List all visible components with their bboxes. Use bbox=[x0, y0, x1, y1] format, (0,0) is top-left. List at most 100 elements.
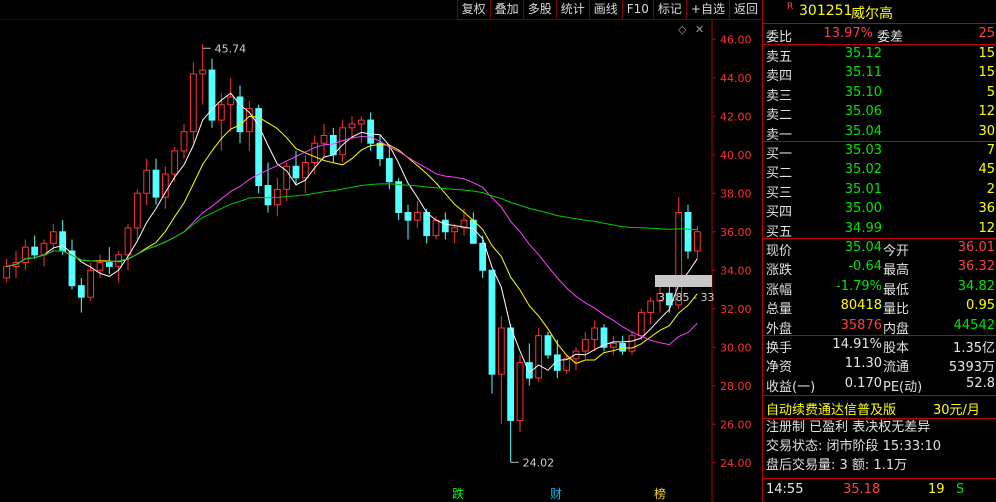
multi-stock-button[interactable]: 多股 bbox=[522, 0, 556, 20]
y-tick-label: 38.00 bbox=[720, 187, 752, 200]
candle-body bbox=[49, 231, 57, 244]
back-button[interactable]: 返回 bbox=[728, 0, 762, 20]
after-hours-volume: 盘后交易量: 3 额: 1.1万 bbox=[766, 458, 908, 473]
promo-price[interactable]: 30元/月 bbox=[933, 399, 980, 418]
level-volume: 12 bbox=[978, 220, 995, 236]
bid-row[interactable]: 买三 35.01 2 bbox=[763, 181, 996, 201]
toolbar-button-group: 复权 叠加 多股 统计 画线 F10 标记 +自选 返回 bbox=[456, 0, 762, 20]
diamond-icon[interactable]: ◇ bbox=[678, 23, 686, 36]
tick-volume: 19 bbox=[928, 482, 945, 497]
order-diff-label: 委差 bbox=[877, 30, 904, 45]
promo-banner[interactable]: 自动续费通达信普及版 30元/月 bbox=[763, 396, 996, 418]
level-label: 买二 bbox=[766, 166, 793, 182]
level-price: 35.12 bbox=[844, 46, 882, 61]
order-ratio-label: 委比 bbox=[766, 30, 793, 45]
restore-rights-button[interactable]: 复权 bbox=[456, 0, 490, 20]
candle-body bbox=[544, 335, 552, 356]
level-label: 买四 bbox=[766, 205, 793, 221]
kline-chart-svg[interactable]: 46.00 44.00 42.00 40.00 38.00 36.00 34.00 32.00… bbox=[0, 20, 762, 502]
level-label: 卖四 bbox=[766, 69, 793, 85]
y-tick-label: 30.00 bbox=[720, 341, 752, 354]
ask-row[interactable]: 卖四 35.11 15 bbox=[763, 64, 996, 85]
ask-row[interactable]: 卖三 35.10 5 bbox=[763, 84, 996, 104]
event-marker[interactable]: 跌 bbox=[452, 486, 464, 501]
stat-label: 现价 bbox=[766, 244, 793, 259]
event-marker[interactable]: 榜 bbox=[654, 486, 666, 501]
level-volume: 7 bbox=[986, 143, 995, 158]
stat-value: 34.82 bbox=[957, 278, 995, 294]
fundamental-row: 净资 11.30 流通 5393万 bbox=[763, 355, 996, 376]
fundamental-value: 52.8 bbox=[966, 375, 995, 391]
f10-button[interactable]: F10 bbox=[621, 0, 653, 20]
fundamental-label: 换手 bbox=[766, 341, 793, 356]
candle-body bbox=[348, 123, 356, 129]
level-label: 买五 bbox=[766, 224, 793, 240]
ask-row[interactable]: 卖一 35.04 30 bbox=[763, 123, 996, 143]
draw-line-button[interactable]: 画线 bbox=[588, 0, 622, 20]
level-label: 卖二 bbox=[766, 108, 793, 124]
bid-row[interactable]: 买五 34.99 12 bbox=[763, 220, 996, 240]
fundamental-label: 净资 bbox=[766, 360, 793, 376]
candle-body bbox=[581, 339, 589, 352]
listing-info: 注册制 已盈利 表决权无差异 bbox=[766, 420, 931, 435]
y-tick-label: 44.00 bbox=[720, 72, 752, 85]
level-volume: 12 bbox=[978, 104, 995, 120]
fundamental-value: 11.30 bbox=[844, 356, 882, 372]
fundamental-value: 14.91% bbox=[832, 337, 882, 352]
candle-body bbox=[320, 135, 328, 144]
bid-row[interactable]: 买四 35.00 36 bbox=[763, 200, 996, 221]
mark-button[interactable]: 标记 bbox=[652, 0, 686, 20]
candle-body bbox=[292, 165, 300, 179]
stock-name[interactable]: 威尔高 bbox=[851, 3, 893, 23]
stat-value: 35876 bbox=[840, 317, 882, 333]
add-watchlist-button[interactable]: +自选 bbox=[685, 0, 729, 20]
stat-label: 外盘 bbox=[766, 321, 793, 337]
order-ratio-value: 13.97% bbox=[823, 26, 873, 41]
candle-body bbox=[413, 212, 421, 221]
y-tick-label: 24.00 bbox=[720, 457, 752, 470]
kline-chart[interactable]: 46.00 44.00 42.00 40.00 38.00 36.00 34.00 32.00… bbox=[0, 20, 762, 502]
ask-row[interactable]: 卖二 35.06 12 bbox=[763, 103, 996, 124]
quote-panel: R 301251 威尔高 委比 13.97% 委差 25 卖五 35.12 15 卖四… bbox=[762, 0, 996, 502]
tick-row[interactable]: 14:55 35.18 19 S bbox=[763, 478, 996, 502]
stat-label: 量比 bbox=[883, 302, 910, 318]
stat-row: 涨跌 -0.64 最高 36.32 bbox=[763, 258, 996, 279]
candle-body bbox=[488, 269, 496, 375]
candle-body bbox=[96, 262, 104, 271]
candle-body bbox=[143, 169, 151, 194]
fundamental-row: 换手 14.91% 股本 1.35亿 bbox=[763, 336, 996, 356]
level-price: 35.10 bbox=[844, 84, 882, 100]
crosshair-icon[interactable]: ✕ bbox=[695, 23, 704, 36]
candle-body bbox=[563, 358, 571, 371]
stat-label: 最高 bbox=[883, 263, 910, 279]
candle-body bbox=[77, 285, 85, 298]
overlay-button[interactable]: 叠加 bbox=[489, 0, 523, 20]
trade-status: 交易状态: 闭市阶段 15:33:10 bbox=[766, 439, 942, 454]
level-price: 35.03 bbox=[844, 143, 882, 158]
candle-body bbox=[404, 212, 412, 221]
low-price-label: 24.02 bbox=[523, 456, 555, 469]
y-tick-label: 26.00 bbox=[720, 418, 752, 431]
tick-price: 35.18 bbox=[843, 482, 881, 497]
bid-row[interactable]: 买二 35.02 45 bbox=[763, 161, 996, 182]
stat-label: 内盘 bbox=[883, 321, 910, 337]
candle-body bbox=[525, 362, 533, 379]
candle-body bbox=[133, 192, 141, 229]
level-price: 35.01 bbox=[844, 181, 882, 197]
stat-value: 80418 bbox=[840, 298, 882, 314]
candle-body bbox=[647, 300, 655, 314]
promo-text[interactable]: 自动续费通达信普及版 bbox=[766, 399, 896, 418]
stock-code[interactable]: 301251 bbox=[799, 3, 852, 19]
event-marker[interactable]: 财 bbox=[550, 487, 562, 501]
bid-row[interactable]: 买一 35.03 7 bbox=[763, 142, 996, 162]
level-price: 35.02 bbox=[844, 162, 882, 178]
statistics-button[interactable]: 统计 bbox=[555, 0, 589, 20]
moving-average-line bbox=[6, 115, 698, 364]
candle-body bbox=[180, 131, 188, 152]
candle-body bbox=[479, 242, 487, 271]
current-price-label: 32.85 - 33 bbox=[658, 291, 714, 304]
candle-body bbox=[516, 362, 524, 421]
fundamental-label: PE(动) bbox=[883, 379, 923, 395]
ask-row[interactable]: 卖五 35.12 15 bbox=[763, 45, 996, 65]
candle-body bbox=[171, 150, 179, 175]
